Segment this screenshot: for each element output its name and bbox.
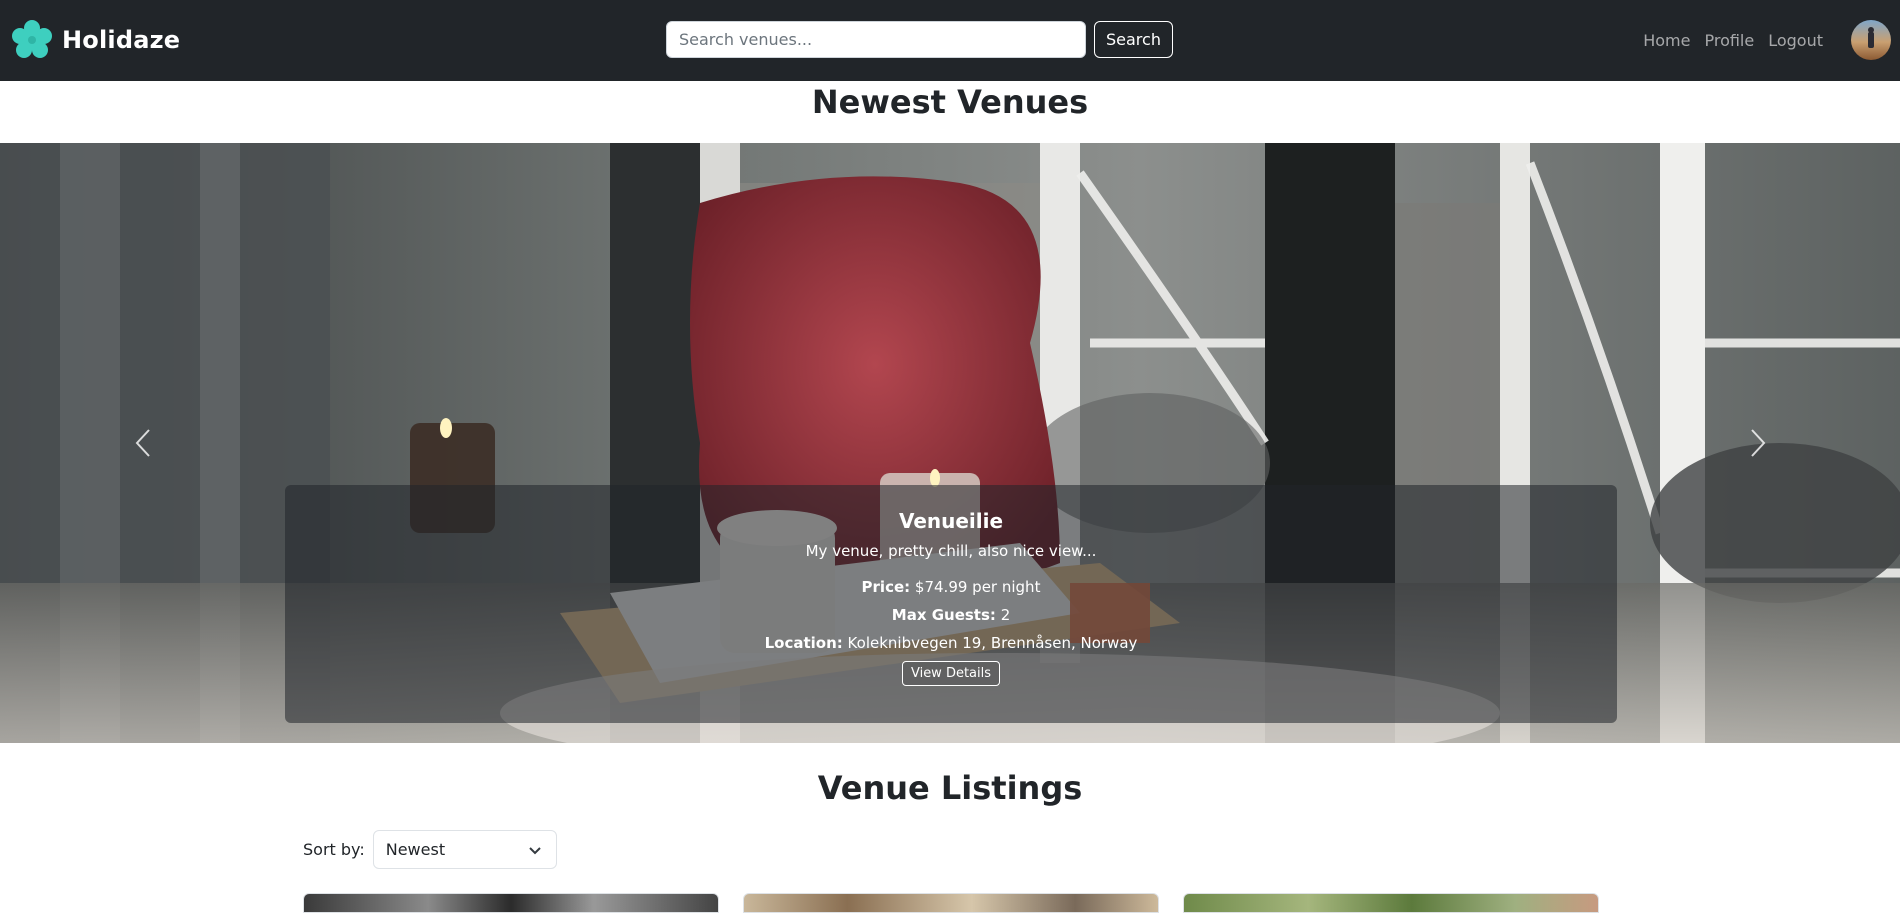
avatar[interactable]: [1851, 20, 1891, 60]
venue-carousel: Venueilie My venue, pretty chill, also n…: [0, 143, 1900, 743]
venue-title: Venueilie: [898, 509, 1004, 533]
sort-selected-value: Newest: [385, 840, 446, 859]
venue-price: Price: $74.99 per night: [285, 573, 1617, 601]
guests-label: Max Guests:: [891, 606, 996, 624]
brand-link[interactable]: Holidaze: [11, 19, 180, 61]
venue-card[interactable]: [303, 893, 719, 913]
carousel-next-button[interactable]: [1728, 398, 1788, 488]
avatar-image: [1851, 20, 1891, 60]
search-form: Search: [666, 21, 1173, 58]
carousel-prev-button[interactable]: [113, 398, 173, 488]
search-input[interactable]: [666, 21, 1086, 58]
view-details-button[interactable]: View Details: [901, 661, 1001, 686]
nav-link-home[interactable]: Home: [1636, 31, 1697, 50]
chevron-right-icon: [1751, 429, 1766, 457]
venue-description: My venue, pretty chill, also nice view..…: [805, 542, 1097, 560]
search-button[interactable]: Search: [1094, 21, 1173, 58]
location-value: Koleknibvegen 19, Brennåsen, Norway: [847, 634, 1138, 652]
location-label: Location:: [764, 634, 843, 652]
flower-icon: [12, 20, 52, 58]
venue-card[interactable]: [1183, 893, 1599, 913]
venue-listings-title: Venue Listings: [817, 769, 1083, 807]
sort-select[interactable]: Newest: [372, 830, 557, 869]
price-value: $74.99 per night: [914, 578, 1041, 596]
sort-label: Sort by:: [303, 840, 365, 859]
chevron-down-icon: [529, 847, 541, 855]
chevron-left-icon: [135, 429, 150, 457]
venue-location: Location: Koleknibvegen 19, Brennåsen, N…: [285, 629, 1617, 657]
nav-link-profile[interactable]: Profile: [1697, 31, 1761, 50]
carousel-caption: Venueilie My venue, pretty chill, also n…: [285, 485, 1617, 723]
nav-link-logout[interactable]: Logout: [1761, 31, 1830, 50]
venue-max-guests: Max Guests: 2: [285, 601, 1617, 629]
sort-control: Sort by: Newest: [303, 830, 557, 869]
navbar: Holidaze Search Home Profile Logout: [0, 0, 1900, 81]
guests-value: 2: [1000, 606, 1011, 624]
nav-links: Home Profile Logout: [1636, 0, 1830, 81]
brand-name: Holidaze: [62, 26, 181, 54]
newest-venues-title: Newest Venues: [811, 83, 1089, 121]
price-label: Price:: [861, 578, 911, 596]
venue-card[interactable]: [743, 893, 1159, 913]
